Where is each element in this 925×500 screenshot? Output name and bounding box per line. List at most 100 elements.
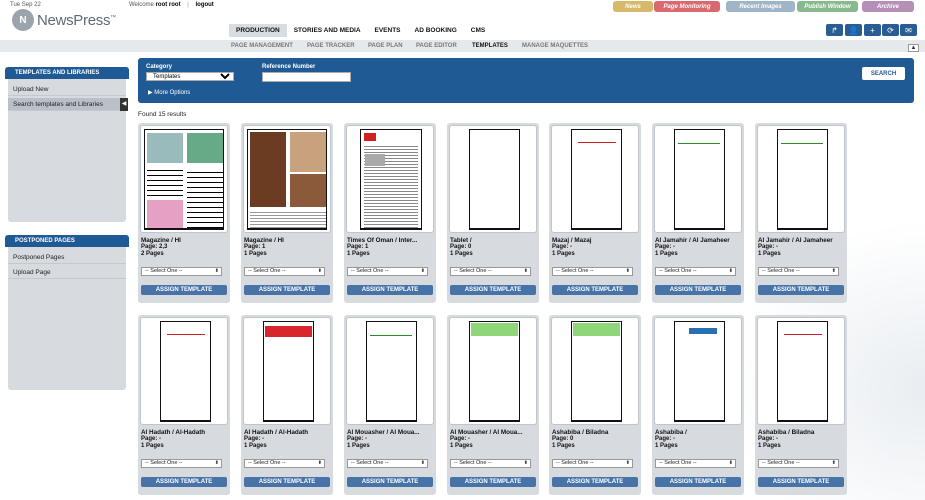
select-value: -- Select One -- xyxy=(762,268,800,274)
template-thumbnail[interactable] xyxy=(140,317,228,425)
assign-page-select[interactable]: -- Select One -- ⬍ xyxy=(141,459,222,468)
sidebar-item-search-templates[interactable]: Search templates and Libraries ◀ xyxy=(8,98,128,111)
assign-page-select[interactable]: -- Select One -- ⬍ xyxy=(655,459,736,468)
select-arrows-icon: ⬍ xyxy=(728,268,733,274)
template-thumbnail[interactable] xyxy=(551,317,639,425)
template-pages: Page: - xyxy=(347,436,368,442)
assign-page-select[interactable]: -- Select One -- ⬍ xyxy=(450,267,531,276)
select-value: -- Select One -- xyxy=(556,268,594,274)
nav-tab-ad-booking[interactable]: AD BOOKING xyxy=(408,24,464,37)
assign-page-select[interactable]: -- Select One -- ⬍ xyxy=(758,267,839,276)
assign-template-button[interactable]: ASSIGN TEMPLATE xyxy=(450,285,536,295)
assign-template-button[interactable]: ASSIGN TEMPLATE xyxy=(758,477,844,487)
assign-page-select[interactable]: -- Select One -- ⬍ xyxy=(347,267,428,276)
assign-page-select[interactable]: -- Select One -- ⬍ xyxy=(552,267,633,276)
chevron-left-icon[interactable]: ◀ xyxy=(120,98,128,111)
nav-tab-production[interactable]: PRODUCTION xyxy=(229,24,287,37)
template-title: Tablet / xyxy=(450,237,472,244)
template-thumbnail[interactable] xyxy=(654,125,742,233)
assign-template-button[interactable]: ASSIGN TEMPLATE xyxy=(141,477,227,487)
reference-label: Reference Number xyxy=(262,64,316,70)
assign-page-select[interactable]: -- Select One -- ⬍ xyxy=(347,459,428,468)
assign-template-button[interactable]: ASSIGN TEMPLATE xyxy=(450,477,536,487)
template-page-count: 1 Pages xyxy=(244,251,267,257)
subnav-manage-maquettes[interactable]: MANAGE MAQUETTES xyxy=(522,40,588,52)
collapse-header-button[interactable]: ▲ xyxy=(908,44,919,52)
results-count: Found 15 results xyxy=(138,111,187,118)
template-thumbnail[interactable] xyxy=(654,317,742,425)
assign-template-button[interactable]: ASSIGN TEMPLATE xyxy=(244,477,330,487)
subnav-page-editor[interactable]: PAGE EDITOR xyxy=(416,40,457,52)
quick-link-news[interactable]: News xyxy=(613,1,653,12)
template-page-thumbnail xyxy=(366,321,417,422)
template-page-count: 1 Pages xyxy=(758,443,781,449)
template-thumbnail[interactable] xyxy=(449,317,537,425)
assign-template-button[interactable]: ASSIGN TEMPLATE xyxy=(655,285,741,295)
select-value: -- Select One -- xyxy=(659,460,697,466)
assign-page-select[interactable]: -- Select One -- ⬍ xyxy=(758,459,839,468)
template-thumbnail[interactable] xyxy=(757,317,845,425)
refresh-icon[interactable]: ⟳ xyxy=(882,24,899,36)
select-value: -- Select One -- xyxy=(248,460,286,466)
user-icon[interactable]: 👤 xyxy=(845,24,862,36)
messages-icon[interactable]: ✉ xyxy=(900,24,917,36)
logout-link[interactable]: logout xyxy=(195,2,213,8)
assign-template-button[interactable]: ASSIGN TEMPLATE xyxy=(141,285,227,295)
quick-link-publish-window[interactable]: Publish Window xyxy=(797,1,858,12)
template-card: Al Hadath / Al-Hadath Page: -1 Pages -- Se… xyxy=(241,315,333,495)
sidebar-item-postponed-pages[interactable]: Postponed Pages xyxy=(8,251,126,264)
add-icon[interactable]: + xyxy=(864,24,881,36)
template-page-count: 2 Pages xyxy=(141,251,164,257)
template-thumbnail[interactable] xyxy=(449,125,537,233)
template-thumbnail[interactable] xyxy=(551,125,639,233)
select-arrows-icon: ⬍ xyxy=(625,268,630,274)
subnav-page-plan[interactable]: PAGE PLAN xyxy=(368,40,403,52)
more-options-toggle[interactable]: ▶ More Options xyxy=(148,89,190,96)
assign-page-select[interactable]: -- Select One -- ⬍ xyxy=(655,267,736,276)
template-thumbnail[interactable] xyxy=(243,317,331,425)
assign-page-select[interactable]: -- Select One -- ⬍ xyxy=(552,459,633,468)
assign-template-button[interactable]: ASSIGN TEMPLATE xyxy=(347,477,433,487)
category-select[interactable]: Templates xyxy=(146,72,234,81)
template-thumbnail[interactable] xyxy=(757,125,845,233)
select-arrows-icon: ⬍ xyxy=(214,268,219,274)
template-thumbnail[interactable] xyxy=(140,125,228,233)
template-thumbnail[interactable] xyxy=(346,125,434,233)
subnav-templates[interactable]: TEMPLATES xyxy=(472,40,508,52)
template-thumbnail[interactable] xyxy=(346,317,434,425)
template-thumbnail[interactable] xyxy=(243,125,331,233)
assign-template-button[interactable]: ASSIGN TEMPLATE xyxy=(347,285,433,295)
template-pages: Page: - xyxy=(141,436,162,442)
assign-template-button[interactable]: ASSIGN TEMPLATE xyxy=(655,477,741,487)
select-value: -- Select One -- xyxy=(556,460,594,466)
quick-link-archive[interactable]: Archive xyxy=(862,1,914,12)
newspress-logo: N NewsPress™ xyxy=(12,9,116,31)
nav-tab-stories-and-media[interactable]: STORIES AND MEDIA xyxy=(287,24,368,37)
template-title: Al Mouasher / Al Moua... xyxy=(347,429,420,436)
template-title: Ashabiba / Biladna xyxy=(552,429,609,436)
select-arrows-icon: ⬍ xyxy=(728,460,733,466)
template-page-count: 1 Pages xyxy=(347,443,370,449)
select-value: -- Select One -- xyxy=(145,460,183,466)
assign-page-select[interactable]: -- Select One -- ⬍ xyxy=(244,459,325,468)
reference-input[interactable] xyxy=(262,72,351,82)
nav-tab-cms[interactable]: CMS xyxy=(464,24,492,37)
share-icon[interactable]: ↱ xyxy=(826,24,843,36)
assign-template-button[interactable]: ASSIGN TEMPLATE xyxy=(758,285,844,295)
templates-panel: TEMPLATES AND LIBRARIES Upload New Searc… xyxy=(5,67,129,222)
assign-template-button[interactable]: ASSIGN TEMPLATE xyxy=(244,285,330,295)
assign-page-select[interactable]: -- Select One -- ⬍ xyxy=(141,267,222,276)
assign-template-button[interactable]: ASSIGN TEMPLATE xyxy=(552,285,638,295)
sidebar-item-upload-page[interactable]: Upload Page xyxy=(8,266,126,279)
quick-link-recent-images[interactable]: Recent Images xyxy=(726,1,795,12)
subnav-page-tracker[interactable]: PAGE TRACKER xyxy=(307,40,355,52)
main-nav: PRODUCTION STORIES AND MEDIA EVENTS AD BOOK… xyxy=(229,24,492,37)
assign-template-button[interactable]: ASSIGN TEMPLATE xyxy=(552,477,638,487)
quick-link-page-monitoring[interactable]: Page Monitoring xyxy=(654,1,720,12)
nav-tab-events[interactable]: EVENTS xyxy=(368,24,408,37)
assign-page-select[interactable]: -- Select One -- ⬍ xyxy=(244,267,325,276)
search-button[interactable]: SEARCH xyxy=(862,67,905,80)
sidebar-item-upload-new[interactable]: Upload New xyxy=(8,83,126,96)
subnav-page-management[interactable]: PAGE MANAGEMENT xyxy=(231,40,293,52)
assign-page-select[interactable]: -- Select One -- ⬍ xyxy=(450,459,531,468)
